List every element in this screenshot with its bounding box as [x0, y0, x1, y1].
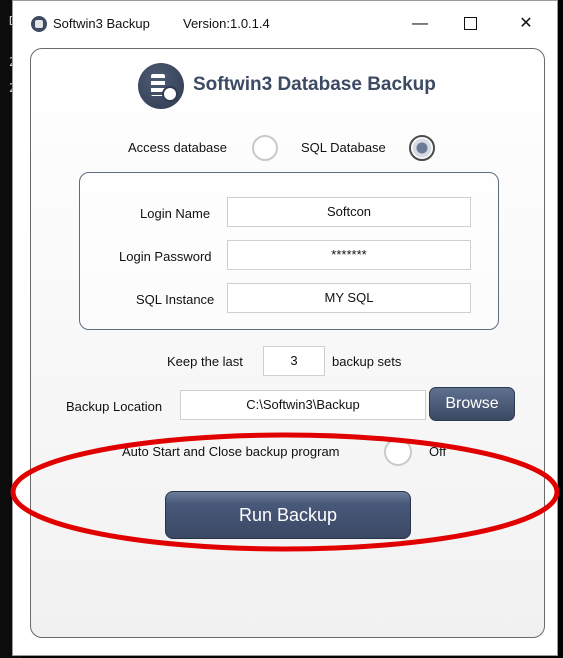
- browse-button[interactable]: Browse: [429, 387, 515, 421]
- run-backup-button[interactable]: Run Backup: [165, 491, 411, 539]
- version-label: Version:1.0.1.4: [183, 16, 270, 31]
- login-name-field[interactable]: Softcon: [227, 197, 471, 227]
- title-bar[interactable]: Softwin3 Backup Version:1.0.1.4 — ✕: [13, 1, 557, 45]
- access-database-label: Access database: [128, 140, 228, 155]
- window-title: Softwin3 Backup: [53, 16, 150, 31]
- app-icon: [31, 16, 47, 32]
- backup-location-field[interactable]: C:\Softwin3\Backup: [180, 390, 426, 420]
- sql-instance-label: SQL Instance: [136, 292, 215, 307]
- login-password-label: Login Password: [119, 249, 212, 264]
- database-backup-icon: [138, 63, 184, 109]
- close-button[interactable]: ✕: [503, 9, 549, 39]
- auto-start-label: Auto Start and Close backup program: [122, 444, 340, 459]
- sql-database-label: SQL Database: [301, 140, 386, 155]
- sql-instance-field[interactable]: MY SQL: [227, 283, 471, 313]
- access-database-radio[interactable]: [252, 135, 278, 161]
- backup-sets-count-field[interactable]: 3: [263, 346, 325, 376]
- login-password-field[interactable]: *******: [227, 240, 471, 270]
- minimize-button[interactable]: —: [397, 9, 443, 39]
- auto-start-toggle[interactable]: [384, 438, 412, 466]
- app-heading: Softwin3 Database Backup: [193, 74, 436, 95]
- maximize-icon: [463, 17, 477, 31]
- backup-location-label: Backup Location: [66, 399, 163, 414]
- auto-start-state-label: Off: [429, 444, 447, 459]
- login-name-label: Login Name: [140, 206, 211, 221]
- keep-last-label: Keep the last: [167, 354, 243, 369]
- main-panel: Softwin3 Database Backup Access database…: [30, 48, 545, 638]
- sql-database-radio[interactable]: [409, 135, 435, 161]
- app-window: Softwin3 Backup Version:1.0.1.4 — ✕ Soft…: [12, 0, 558, 656]
- backup-sets-label: backup sets: [332, 354, 402, 369]
- maximize-button[interactable]: [447, 9, 493, 39]
